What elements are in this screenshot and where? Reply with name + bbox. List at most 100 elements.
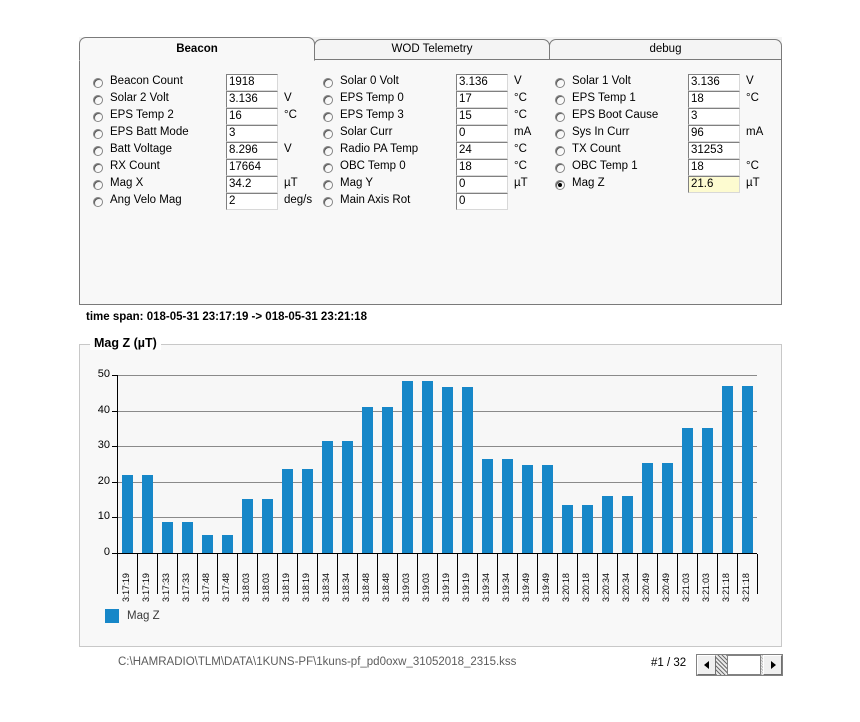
- telemetry-value-field[interactable]: 34.2: [226, 176, 278, 193]
- telemetry-label: Solar Curr: [340, 126, 393, 138]
- page-scrollbar[interactable]: [696, 654, 783, 676]
- telemetry-value-field[interactable]: 17664: [226, 159, 278, 176]
- radio-batt-voltage[interactable]: [93, 146, 103, 156]
- telemetry-row: TX Count 31253: [550, 142, 775, 159]
- y-axis-tick-label: 10: [97, 510, 110, 523]
- radio-eps-temp-1[interactable]: [555, 95, 565, 105]
- telemetry-value-field[interactable]: 3.136: [456, 74, 508, 91]
- radio-solar-2-volt[interactable]: [93, 95, 103, 105]
- radio-eps-batt-mode[interactable]: [93, 129, 103, 139]
- time-span-label: time span: 018-05-31 23:17:19 -> 018-05-…: [86, 311, 367, 323]
- telemetry-column-0: Beacon Count 1918 Solar 2 Volt 3.136 V EPS Te…: [88, 74, 313, 210]
- bar: [522, 465, 533, 553]
- telemetry-value-field[interactable]: 0: [456, 176, 508, 193]
- telemetry-value-field[interactable]: 8.296: [226, 142, 278, 159]
- x-axis-tick-labels: 3:17:19 3:17:19 3:17:33 3:17:33 3:17:48 3:17:…: [117, 554, 758, 602]
- page-counter-label: #1 / 32: [651, 657, 687, 669]
- scrollbar-track[interactable]: [716, 655, 763, 675]
- radio-obc-temp-0[interactable]: [323, 163, 333, 173]
- telemetry-row: RX Count 17664: [88, 159, 313, 176]
- tab-beacon[interactable]: Beacon: [79, 37, 315, 61]
- tab-debug[interactable]: debug: [549, 39, 782, 59]
- telemetry-value-field[interactable]: 21.6: [688, 176, 740, 193]
- bar: [282, 468, 293, 553]
- telemetry-value-field[interactable]: 0: [456, 125, 508, 142]
- radio-solar-0-volt[interactable]: [323, 78, 333, 88]
- telemetry-value-field[interactable]: 24: [456, 142, 508, 159]
- bar: [462, 387, 473, 553]
- telemetry-unit-label: µT: [746, 177, 760, 189]
- radio-solar-curr[interactable]: [323, 129, 333, 139]
- gridline: [118, 446, 757, 448]
- tab-wod-telemetry[interactable]: WOD Telemetry: [314, 39, 550, 59]
- telemetry-value-field[interactable]: 18: [688, 159, 740, 176]
- scroll-right-button[interactable]: [763, 655, 782, 675]
- telemetry-column-2: Solar 1 Volt 3.136 V EPS Temp 1 18 °C EPS Boot…: [550, 74, 775, 193]
- bar: [702, 427, 713, 553]
- y-axis-tick: [112, 410, 117, 412]
- telemetry-value-field[interactable]: 3.136: [688, 74, 740, 91]
- bar: [662, 462, 673, 553]
- telemetry-value-field[interactable]: 2: [226, 193, 278, 210]
- radio-eps-temp-0[interactable]: [323, 95, 333, 105]
- radio-sys-in-curr[interactable]: [555, 129, 565, 139]
- x-axis-tick-separator: [537, 554, 538, 594]
- radio-radio-pa-temp[interactable]: [323, 146, 333, 156]
- telemetry-row: Solar 1 Volt 3.136 V: [550, 74, 775, 91]
- bar: [382, 407, 393, 553]
- bar: [242, 498, 253, 553]
- radio-eps-temp-2[interactable]: [93, 112, 103, 122]
- radio-mag-x[interactable]: [93, 180, 103, 190]
- radio-mag-y[interactable]: [323, 180, 333, 190]
- telemetry-value-field[interactable]: 96: [688, 125, 740, 142]
- x-axis-tick-label: 3:19:49: [541, 573, 551, 602]
- radio-tx-count[interactable]: [555, 146, 565, 156]
- radio-rx-count[interactable]: [93, 163, 103, 173]
- x-axis-tick-label: 3:18:03: [261, 573, 271, 602]
- x-axis-tick-separator: [177, 554, 178, 594]
- x-axis-tick-separator: [377, 554, 378, 594]
- radio-mag-z[interactable]: [555, 180, 565, 190]
- radio-beacon-count[interactable]: [93, 78, 103, 88]
- radio-ang-velo-mag[interactable]: [93, 197, 103, 207]
- bar: [202, 534, 213, 553]
- y-axis-tick-label: 20: [97, 474, 110, 487]
- radio-solar-1-volt[interactable]: [555, 78, 565, 88]
- telemetry-value-field[interactable]: 18: [688, 91, 740, 108]
- x-axis-tick-separator: [297, 554, 298, 594]
- telemetry-value-field[interactable]: 15: [456, 108, 508, 125]
- x-axis-tick-label: 3:18:03: [241, 573, 251, 602]
- radio-eps-boot-cause[interactable]: [555, 112, 565, 122]
- telemetry-label: Mag Z: [572, 177, 605, 189]
- telemetry-label: EPS Boot Cause: [572, 109, 659, 121]
- scroll-left-button[interactable]: [697, 655, 716, 675]
- x-axis-tick-separator: [497, 554, 498, 594]
- telemetry-row: Main Axis Rot 0: [318, 193, 543, 210]
- telemetry-value-field[interactable]: 31253: [688, 142, 740, 159]
- y-axis-tick-label: 0: [103, 546, 110, 558]
- telemetry-value-field[interactable]: 1918: [226, 74, 278, 91]
- x-axis-tick-separator: [357, 554, 358, 594]
- radio-obc-temp-1[interactable]: [555, 163, 565, 173]
- telemetry-value-field[interactable]: 3.136: [226, 91, 278, 108]
- telemetry-row: Mag Y 0 µT: [318, 176, 543, 193]
- telemetry-row: Batt Voltage 8.296 V: [88, 142, 313, 159]
- x-axis-tick-separator: [237, 554, 238, 594]
- bar: [422, 381, 433, 553]
- radio-eps-temp-3[interactable]: [323, 112, 333, 122]
- x-axis-tick-label: 3:18:48: [361, 573, 371, 602]
- telemetry-value-field[interactable]: 3: [688, 108, 740, 125]
- telemetry-value-field[interactable]: 3: [226, 125, 278, 142]
- telemetry-value-field[interactable]: 17: [456, 91, 508, 108]
- x-axis-tick-separator: [757, 554, 758, 594]
- radio-main-axis-rot[interactable]: [323, 197, 333, 207]
- telemetry-label: Solar 2 Volt: [110, 92, 169, 104]
- scrollbar-thumb[interactable]: [727, 655, 761, 675]
- telemetry-value-field[interactable]: 16: [226, 108, 278, 125]
- telemetry-unit-label: µT: [284, 177, 298, 189]
- telemetry-value-field[interactable]: 18: [456, 159, 508, 176]
- telemetry-value-field[interactable]: 0: [456, 193, 508, 210]
- bar: [442, 387, 453, 553]
- x-axis-tick-label: 3:17:19: [141, 573, 151, 602]
- x-axis-tick-label: 3:21:03: [701, 573, 711, 602]
